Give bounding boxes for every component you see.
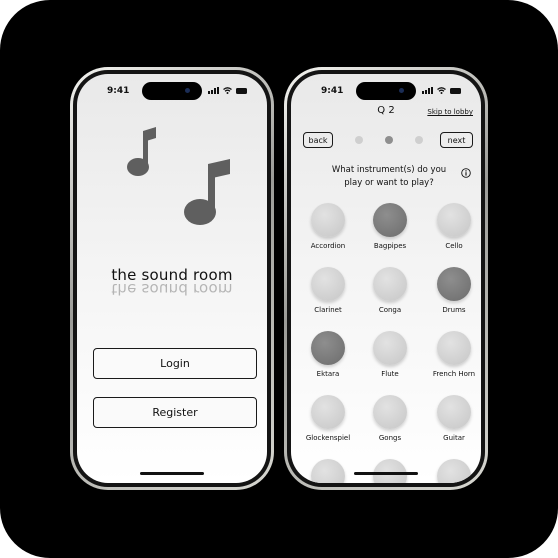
instrument-icon[interactable] [311, 267, 345, 301]
instrument-label: Gongs [378, 434, 402, 442]
battery-icon [236, 87, 247, 94]
instrument-icon[interactable] [437, 267, 471, 301]
skip-to-lobby-link[interactable]: Skip to lobby [427, 108, 473, 116]
battery-icon [450, 87, 461, 94]
instrument-option[interactable]: Gongs [360, 395, 420, 455]
instrument-label: Flute [381, 370, 399, 378]
instrument-label: French Horn [432, 370, 476, 378]
wifi-icon [223, 87, 232, 94]
dynamic-island [356, 82, 416, 100]
instrument-icon[interactable] [437, 395, 471, 429]
app-title-reflection: the sound room [111, 280, 233, 298]
instrument-label: Conga [378, 306, 402, 314]
instrument-icon[interactable] [437, 203, 471, 237]
status-icons [422, 87, 461, 94]
instrument-icon[interactable] [373, 331, 407, 365]
showcase-background: 9:41 the sound room the sound room Login… [0, 0, 558, 558]
progress-dots [355, 136, 423, 144]
question-text: What instrument(s) do you play or want t… [325, 164, 453, 190]
home-indicator [140, 472, 204, 475]
instrument-option[interactable]: Cello [424, 203, 481, 263]
instrument-option[interactable]: Clarinet [298, 267, 358, 327]
instrument-label: Cello [445, 242, 463, 250]
instrument-option[interactable]: Bagpipes [360, 203, 420, 263]
music-note-icon [127, 127, 156, 176]
instrument-option[interactable]: French Horn [424, 331, 481, 391]
register-button[interactable]: Register [93, 397, 257, 428]
signal-icon [422, 87, 433, 94]
wifi-icon [437, 87, 446, 94]
instrument-label: Drums [442, 306, 466, 314]
progress-dot [385, 136, 393, 144]
instrument-icon[interactable] [311, 459, 345, 483]
status-time: 9:41 [107, 86, 130, 96]
dynamic-island [142, 82, 202, 100]
instrument-option[interactable]: Flute [360, 331, 420, 391]
instrument-icon[interactable] [311, 331, 345, 365]
info-icon[interactable] [461, 168, 471, 178]
instrument-option[interactable]: Conga [360, 267, 420, 327]
login-screen: 9:41 the sound room the sound room Login… [77, 74, 267, 483]
phone-questionnaire: 9:41 Q 2 Skip to lobby back next What in… [284, 67, 488, 490]
instrument-option[interactable] [360, 459, 420, 483]
phone-bezel: 9:41 Q 2 Skip to lobby back next What in… [287, 70, 485, 487]
instrument-option[interactable]: Glockenspiel [298, 395, 358, 455]
question-line: play or want to play? [344, 178, 434, 188]
login-button[interactable]: Login [93, 348, 257, 379]
instrument-option[interactable] [424, 459, 481, 483]
signal-icon [208, 87, 219, 94]
progress-dot [415, 136, 423, 144]
question-line: What instrument(s) do you [331, 165, 447, 175]
instrument-icon[interactable] [311, 395, 345, 429]
instrument-option[interactable]: Ektara [298, 331, 358, 391]
instrument-option[interactable] [298, 459, 358, 483]
instrument-icon[interactable] [437, 459, 471, 483]
home-indicator [354, 472, 418, 475]
status-time: 9:41 [321, 86, 344, 96]
music-note-icon [184, 159, 230, 225]
questionnaire-screen: 9:41 Q 2 Skip to lobby back next What in… [291, 74, 481, 483]
instrument-option[interactable]: Guitar [424, 395, 481, 455]
instrument-option[interactable]: Drums [424, 267, 481, 327]
instrument-icon[interactable] [373, 395, 407, 429]
instrument-icon[interactable] [373, 459, 407, 483]
instrument-option[interactable]: Accordion [298, 203, 358, 263]
phone-login: 9:41 the sound room the sound room Login… [70, 67, 274, 490]
status-icons [208, 87, 247, 94]
back-button[interactable]: back [303, 132, 333, 148]
instrument-icon[interactable] [437, 331, 471, 365]
instrument-icon[interactable] [311, 203, 345, 237]
instrument-label: Bagpipes [373, 242, 407, 250]
progress-dot [355, 136, 363, 144]
instrument-icon[interactable] [373, 203, 407, 237]
next-button[interactable]: next [440, 132, 473, 148]
instrument-icon[interactable] [373, 267, 407, 301]
instrument-label: Guitar [443, 434, 465, 442]
phone-bezel: 9:41 the sound room the sound room Login… [73, 70, 271, 487]
